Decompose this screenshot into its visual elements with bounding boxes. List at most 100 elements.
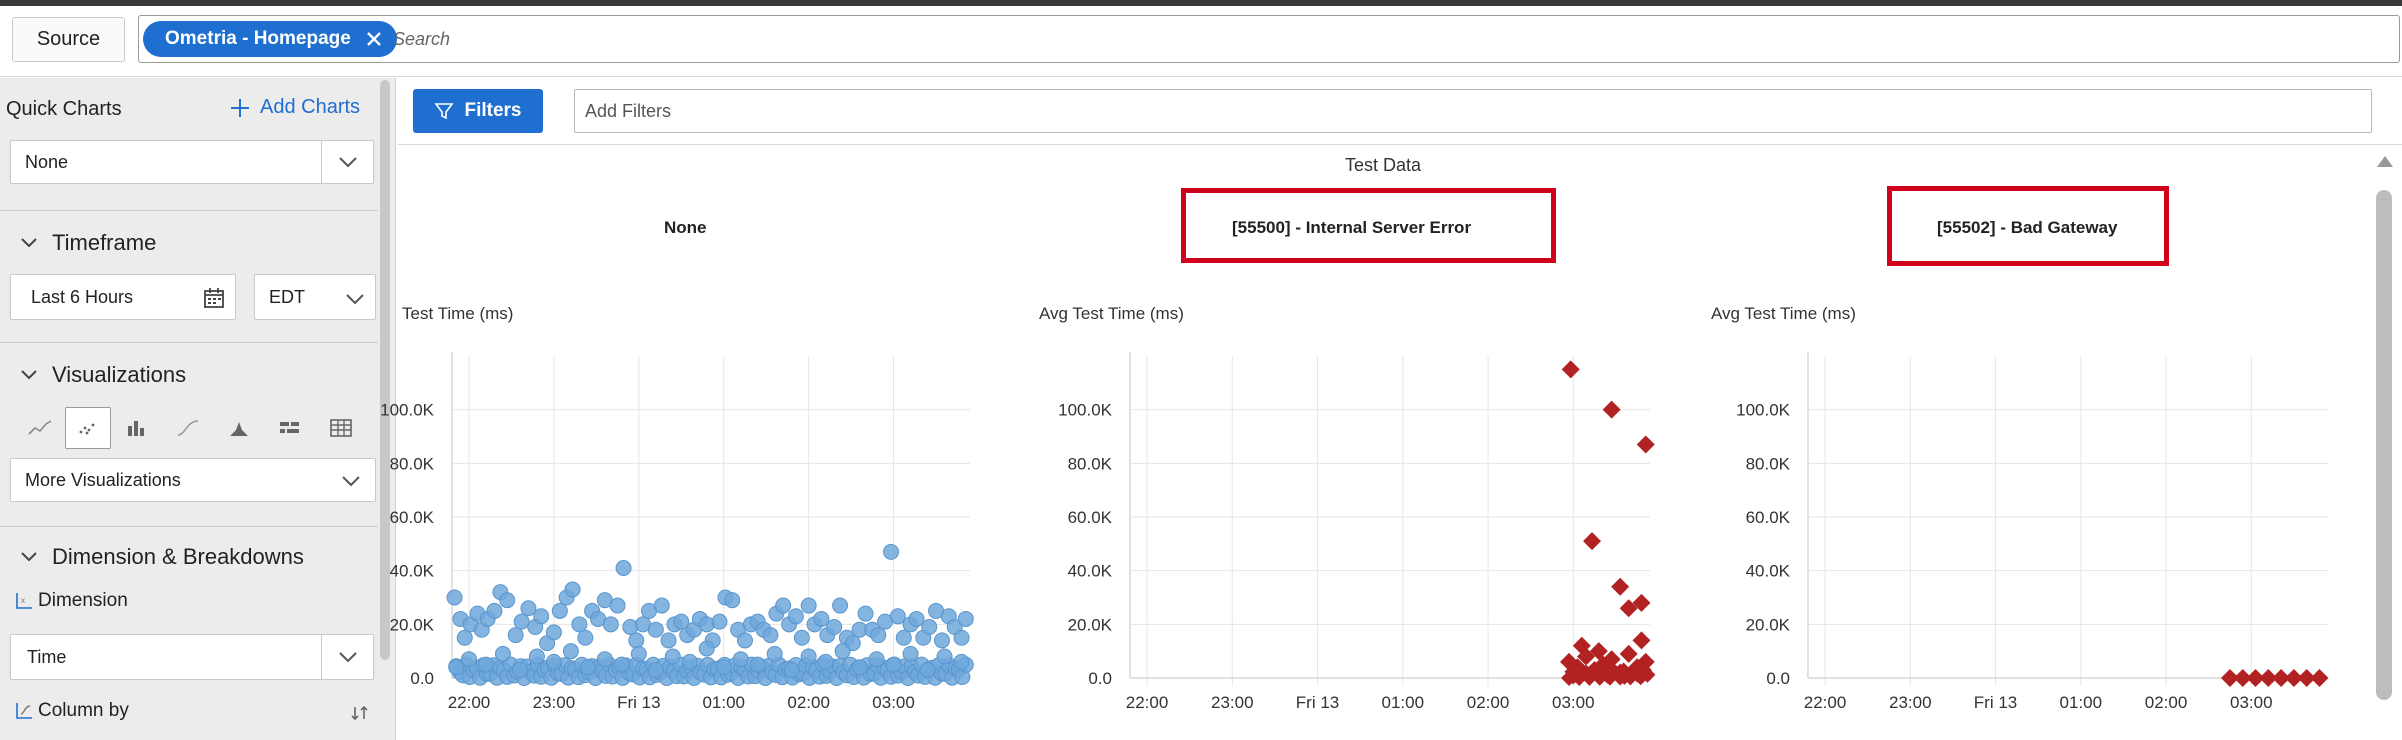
visualizations-section-header[interactable]: Visualizations bbox=[20, 362, 186, 388]
data-point bbox=[819, 627, 836, 644]
data-point bbox=[869, 657, 886, 674]
data-point bbox=[1615, 662, 1632, 679]
data-point bbox=[662, 658, 679, 675]
data-point bbox=[903, 658, 920, 675]
timeframe-value: Last 6 Hours bbox=[31, 286, 134, 307]
data-point bbox=[800, 597, 817, 614]
search-bar[interactable]: Ometria - Homepage bbox=[138, 15, 2400, 63]
data-point bbox=[499, 592, 516, 609]
data-point bbox=[545, 653, 562, 670]
svg-text:x: x bbox=[21, 596, 25, 605]
dataset-title: Test Data bbox=[1345, 155, 1422, 175]
data-point bbox=[492, 584, 509, 601]
data-point bbox=[832, 597, 849, 614]
data-point bbox=[551, 602, 568, 619]
data-point bbox=[842, 656, 859, 673]
data-point bbox=[492, 659, 509, 676]
data-point bbox=[468, 660, 485, 677]
x-tick-label: 01:00 bbox=[1382, 693, 1425, 712]
data-point bbox=[915, 629, 932, 646]
data-point bbox=[862, 665, 879, 682]
data-point bbox=[1581, 664, 1600, 683]
add-filters-input[interactable] bbox=[574, 89, 2372, 133]
data-point bbox=[494, 645, 511, 662]
main-scrollbar[interactable] bbox=[2376, 190, 2392, 700]
data-point bbox=[1561, 360, 1580, 379]
data-point bbox=[609, 597, 626, 614]
y-axis-title-2: Avg Test Time (ms) bbox=[1039, 304, 1184, 323]
filters-button[interactable]: Filters bbox=[413, 89, 543, 133]
data-point bbox=[1625, 662, 1642, 679]
data-point bbox=[798, 657, 815, 674]
more-visualizations-select[interactable]: More Visualizations bbox=[10, 458, 376, 502]
data-point bbox=[750, 663, 767, 680]
chevron-down-icon bbox=[346, 294, 364, 305]
data-point bbox=[645, 656, 662, 673]
data-point bbox=[691, 610, 708, 627]
data-point bbox=[817, 653, 834, 670]
data-point bbox=[733, 659, 750, 676]
visualization-picker bbox=[14, 406, 374, 450]
data-point bbox=[781, 616, 798, 633]
quick-chart-select[interactable]: None bbox=[10, 140, 374, 184]
data-point bbox=[775, 597, 792, 614]
y-tick-label: 0.0 bbox=[1088, 669, 1112, 688]
data-point bbox=[920, 661, 937, 678]
data-point bbox=[584, 602, 601, 619]
timeframe-select[interactable]: Last 6 Hours bbox=[10, 274, 236, 320]
x-tick-label: 22:00 bbox=[1126, 693, 1169, 712]
stacked-area-icon[interactable] bbox=[213, 406, 264, 450]
data-point bbox=[889, 667, 906, 684]
data-point bbox=[1611, 577, 1630, 596]
curve-chart-icon[interactable] bbox=[162, 406, 213, 450]
x-tick-label: 01:00 bbox=[2060, 693, 2103, 712]
dimension-value: Time bbox=[27, 646, 67, 667]
line-chart-icon[interactable] bbox=[14, 406, 65, 450]
data-point bbox=[622, 619, 639, 636]
dimension-label-row: x Dimension bbox=[14, 590, 128, 612]
bar-chart-icon[interactable] bbox=[111, 406, 162, 450]
x-tick-label: 23:00 bbox=[533, 693, 576, 712]
calendar-icon[interactable] bbox=[203, 287, 225, 309]
data-point bbox=[1591, 669, 1608, 686]
data-point bbox=[536, 662, 553, 679]
scatter-chart-icon[interactable] bbox=[65, 407, 111, 449]
dimension-label: Dimension bbox=[38, 590, 128, 611]
data-point bbox=[826, 619, 843, 636]
timezone-select[interactable]: EDT bbox=[254, 274, 376, 320]
sidebar-scrollbar[interactable] bbox=[378, 78, 392, 660]
data-point bbox=[1608, 665, 1625, 682]
divider bbox=[398, 144, 2402, 145]
data-point bbox=[647, 621, 664, 638]
data-point bbox=[1629, 666, 1646, 683]
data-point bbox=[747, 668, 764, 685]
timeframe-section-header[interactable]: Timeframe bbox=[20, 230, 156, 256]
data-point bbox=[675, 668, 692, 685]
x-tick-label: Fri 13 bbox=[617, 693, 660, 712]
data-point bbox=[806, 616, 823, 633]
split-bar-icon[interactable] bbox=[264, 406, 315, 450]
x-tick-label: Fri 13 bbox=[1974, 693, 2017, 712]
source-chip[interactable]: Ometria - Homepage bbox=[143, 21, 397, 57]
data-point bbox=[587, 669, 604, 686]
dimension-section-header[interactable]: Dimension & Breakdowns bbox=[20, 544, 304, 570]
data-point bbox=[768, 605, 785, 622]
data-point bbox=[602, 616, 619, 633]
source-button[interactable]: Source bbox=[12, 17, 125, 62]
close-icon[interactable] bbox=[361, 26, 387, 52]
data-point bbox=[857, 605, 874, 622]
data-point bbox=[1583, 532, 1602, 551]
add-charts-button[interactable]: Add Charts bbox=[230, 96, 360, 119]
scroll-up-icon[interactable] bbox=[2375, 153, 2395, 169]
data-point bbox=[740, 668, 757, 685]
data-point bbox=[801, 669, 818, 686]
table-icon[interactable] bbox=[315, 406, 366, 450]
sort-icon[interactable] bbox=[348, 704, 372, 722]
dimension-select[interactable]: Time bbox=[10, 634, 374, 680]
data-point bbox=[838, 667, 855, 684]
data-point bbox=[1619, 599, 1638, 618]
data-point bbox=[584, 658, 601, 675]
data-point bbox=[590, 610, 607, 627]
search-input[interactable] bbox=[393, 20, 2293, 58]
data-point bbox=[1564, 666, 1583, 685]
